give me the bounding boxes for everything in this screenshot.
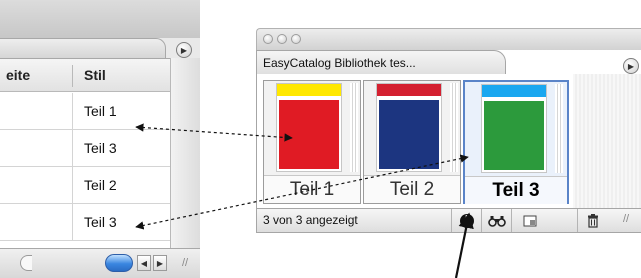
column-header-stil[interactable]: Stil: [84, 59, 106, 92]
resize-grip-icon[interactable]: //: [623, 213, 629, 225]
item-thumbnail: [276, 83, 342, 172]
library-item[interactable]: Teil 1: [263, 80, 361, 204]
resize-grip-icon[interactable]: //: [182, 257, 196, 271]
new-item-button[interactable]: [511, 209, 547, 232]
scrollbar-thumb[interactable]: [105, 254, 133, 272]
table-row[interactable]: Teil 1: [0, 93, 170, 130]
info-button[interactable]: i: [451, 209, 481, 232]
status-text: 3 von 3 angezeigt: [263, 213, 358, 227]
item-label: Teil 1: [264, 175, 360, 203]
table-row[interactable]: Teil 3: [0, 130, 170, 167]
thumbnail-stripes: [555, 84, 563, 173]
panel-tab[interactable]: [0, 38, 166, 58]
delete-button[interactable]: [577, 209, 607, 232]
scroll-left-button[interactable]: ◀: [137, 255, 151, 271]
palette-tab-title: EasyCatalog Bibliothek tes...: [263, 56, 416, 70]
thumbnail-block: [279, 100, 339, 169]
item-thumbnail: [376, 83, 442, 172]
style-cell[interactable]: Teil 3: [84, 204, 117, 241]
table-row[interactable]: Teil 2: [0, 167, 170, 204]
thumbnail-strip: [277, 84, 341, 96]
find-button[interactable]: [481, 209, 511, 232]
table-row[interactable]: Teil 3: [0, 204, 170, 241]
library-item-selected[interactable]: Teil 3: [463, 80, 569, 204]
thumbnail-strip: [482, 85, 546, 97]
close-light[interactable]: [263, 34, 273, 44]
horizontal-scrollbar[interactable]: ◀ ▶ //: [0, 248, 200, 278]
circle-triangle-right-icon: ▶: [180, 45, 188, 55]
thumbnail-block: [484, 101, 544, 170]
circle-triangle-right-icon: ▶: [627, 61, 635, 71]
style-cell[interactable]: Teil 2: [84, 167, 117, 204]
table-panel: ▶ eite Stil Teil 1 Teil 3 Teil 2 Teil 3: [0, 0, 200, 278]
palette-tab[interactable]: EasyCatalog Bibliothek tes...: [256, 50, 506, 74]
triangle-right-icon: ▶: [156, 258, 164, 268]
style-cell[interactable]: Teil 3: [84, 130, 117, 167]
triangle-left-icon: ◀: [140, 258, 148, 268]
table-body: Teil 1 Teil 3 Teil 2 Teil 3: [0, 93, 170, 241]
library-item[interactable]: Teil 2: [363, 80, 461, 204]
palette-toolbar: 3 von 3 angezeigt i //: [256, 208, 641, 233]
thumbnail-strip: [377, 84, 441, 96]
library-items-area: Teil 1 Teil 2 Teil 3: [256, 74, 641, 208]
minimize-light[interactable]: [277, 34, 287, 44]
trash-icon: [587, 213, 598, 228]
info-icon: i: [459, 213, 474, 228]
scroll-right-button[interactable]: ▶: [153, 255, 167, 271]
library-palette: EasyCatalog Bibliothek tes... ▶ Teil 1 T…: [256, 28, 641, 233]
thumbnail-stripes: [350, 83, 358, 172]
thumbnail-stripes: [450, 83, 458, 172]
item-label: Teil 2: [364, 175, 460, 203]
zoom-light[interactable]: [291, 34, 301, 44]
binoculars-icon: [487, 215, 506, 227]
scrollbar-track-cap: [20, 255, 32, 271]
column-header-seite[interactable]: eite: [6, 59, 30, 92]
vertical-scroll-area[interactable]: [170, 58, 200, 248]
palette-menu-button[interactable]: ▶: [623, 58, 639, 74]
palette-titlebar[interactable]: [256, 28, 641, 50]
style-cell[interactable]: Teil 1: [84, 93, 117, 130]
item-thumbnail: [481, 84, 547, 173]
table-header: eite Stil: [0, 59, 170, 92]
item-label: Teil 3: [465, 176, 567, 204]
panel-menu-button[interactable]: ▶: [176, 42, 192, 58]
column-divider[interactable]: [72, 65, 73, 87]
data-table: eite Stil Teil 1 Teil 3 Teil 2 Teil 3: [0, 58, 170, 248]
thumbnail-block: [379, 100, 439, 169]
panel-titlebar: [0, 0, 200, 38]
new-item-icon: [523, 215, 536, 226]
